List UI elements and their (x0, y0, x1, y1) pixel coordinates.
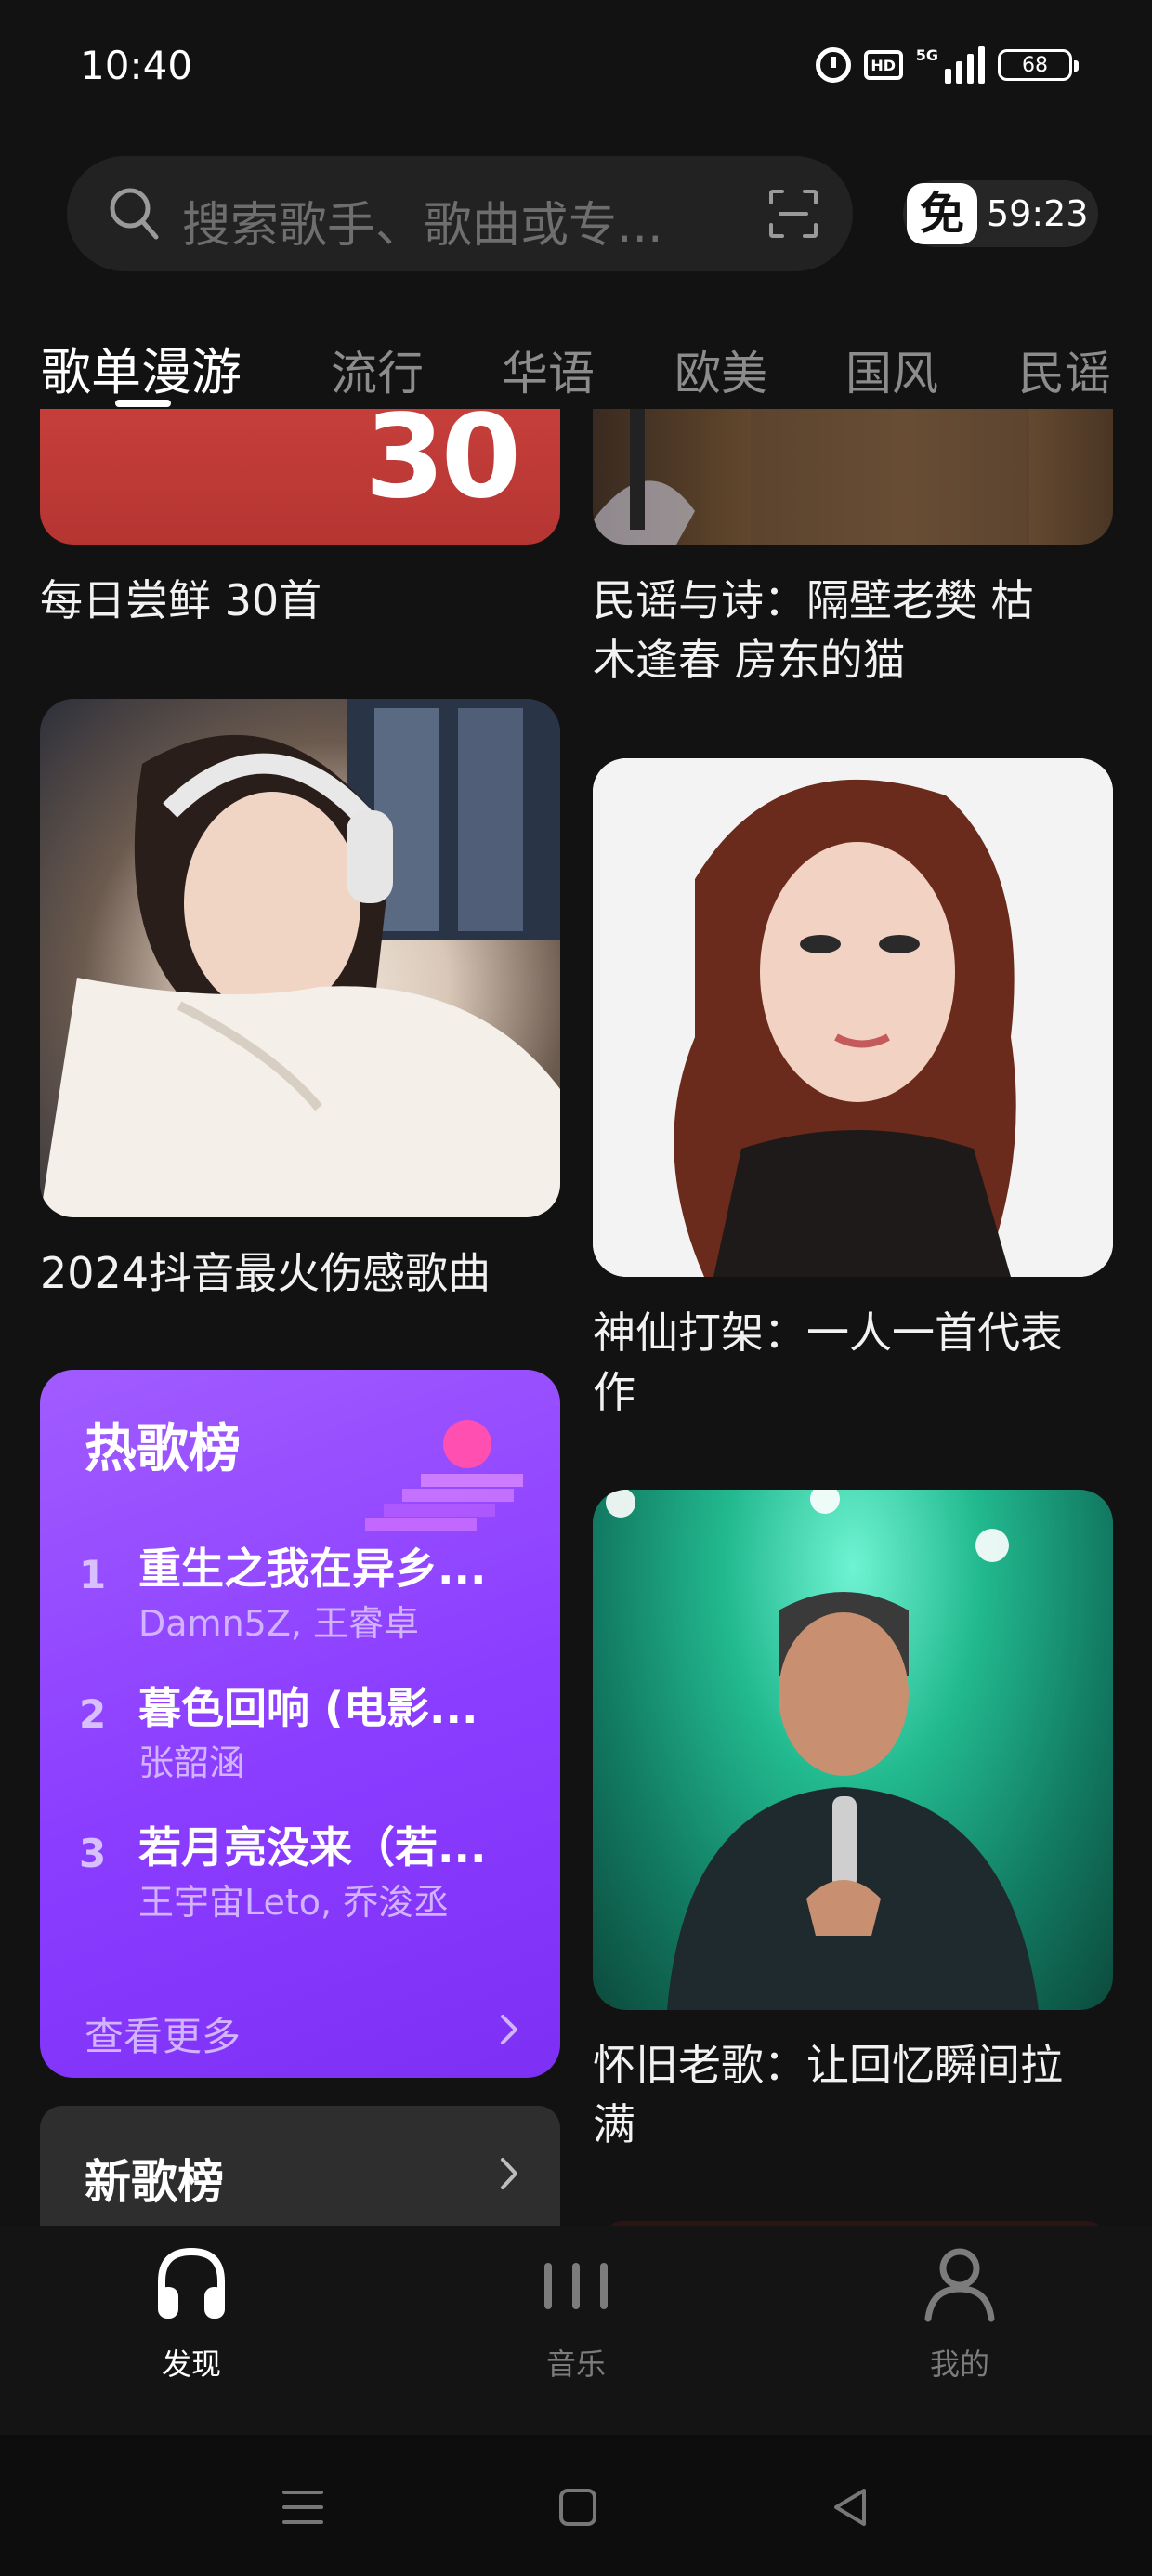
daily-new-cover[interactable]: 30 (40, 409, 560, 545)
status-icons: HD 5G 68 (815, 46, 1079, 84)
female-singer-image (593, 758, 1113, 1277)
headphones-girl-image (40, 699, 560, 1217)
nav-music-label: 音乐 (545, 2346, 606, 2382)
scan-icon[interactable] (767, 188, 819, 240)
tab-guofeng[interactable]: 国风 (845, 336, 938, 403)
nav-music[interactable]: 音乐 (465, 2244, 687, 2402)
classic-battle-title-line2[interactable]: 作 (593, 1362, 635, 1422)
free-timer-text: 59:23 (987, 193, 1089, 234)
menu-icon[interactable] (275, 2479, 331, 2535)
battery-level: 68 (1022, 53, 1048, 77)
status-bar: 10:40 HD 5G 68 (0, 0, 1152, 139)
old-songs-title-line2[interactable]: 满 (593, 2095, 635, 2154)
male-singer-image (606, 1490, 1039, 2010)
search-icon (110, 188, 159, 240)
status-time: 10:40 (80, 43, 193, 88)
old-songs-cover[interactable] (593, 1490, 1113, 2010)
folk-poetry-title-line1[interactable]: 民谣与诗：隔壁老樊 枯 (593, 571, 1034, 630)
tab-chinese[interactable]: 华语 (502, 336, 595, 403)
tab-western[interactable]: 欧美 (674, 336, 767, 403)
stairs-sun-icon (365, 1420, 523, 1531)
tab-folk[interactable]: 民谣 (1018, 336, 1111, 403)
network-type: 5G (915, 46, 938, 64)
system-nav-bar (0, 2435, 1152, 2576)
bottom-nav: 发现 音乐 我的 (0, 2226, 1152, 2435)
chevron-right-icon[interactable] (495, 2011, 523, 2048)
classic-battle-title-line1[interactable]: 神仙打架：一人一首代表 (593, 1303, 1063, 1362)
home-icon[interactable] (550, 2479, 606, 2535)
hot-artist-3: 王宇宙Leto, 乔浚丞 (138, 1882, 450, 1923)
alarm-icon (815, 47, 851, 83)
sad-songs-cover[interactable] (40, 699, 560, 1217)
free-listen-timer[interactable]: 免 59:23 (903, 180, 1098, 247)
old-songs-title-line1[interactable]: 怀旧老歌：让回忆瞬间拉 (593, 2035, 1063, 2095)
nav-mine[interactable]: 我的 (848, 2244, 1071, 2402)
classic-battle-cover[interactable] (593, 758, 1113, 1277)
hot-rank-3: 3 (79, 1831, 107, 1876)
sad-songs-title[interactable]: 2024抖音最火伤感歌曲 (40, 1243, 491, 1303)
hot-rank-1: 1 (79, 1552, 107, 1597)
back-icon[interactable] (823, 2479, 879, 2535)
hot-artist-2: 张韶涵 (138, 1742, 245, 1783)
nav-mine-label: 我的 (929, 2346, 989, 2382)
tab-playlist-roam[interactable]: 歌单漫游 (41, 331, 242, 404)
free-badge: 免 (907, 183, 977, 244)
new-chart-title: 新歌榜 (85, 2155, 224, 2209)
folk-poetry-title-line2[interactable]: 木逢春 房东的猫 (593, 630, 906, 690)
new-songs-chart-card[interactable]: 新歌榜 (40, 2106, 560, 2226)
signal-icon: 5G (916, 46, 985, 84)
tab-pop[interactable]: 流行 (331, 336, 424, 403)
battery-icon: 68 (998, 49, 1079, 81)
hot-artist-1: Damn5Z, 王睿卓 (138, 1603, 420, 1644)
hot-chart-card[interactable]: 热歌榜 1 重生之我在异乡... Damn5Z, 王睿卓 2 暮色回响 (电影.… (40, 1370, 560, 2078)
playlist-feed[interactable]: 30 每日尝鲜 30首 2024抖音最火伤感歌曲 热歌榜 1 重生之我在异乡..… (0, 409, 1152, 2226)
hot-chart-title: 热歌榜 (85, 1419, 241, 1479)
hot-rank-2: 2 (79, 1691, 107, 1737)
guitar-player-image (593, 409, 1029, 545)
search-placeholder: 搜索歌手、歌曲或专... (182, 198, 663, 254)
bars-icon (544, 2263, 608, 2309)
headphones-icon (158, 2247, 225, 2319)
nav-discover-label: 发现 (161, 2346, 221, 2382)
search-input[interactable]: 搜索歌手、歌曲或专... (67, 156, 853, 271)
hot-view-more[interactable]: 查看更多 (85, 2005, 241, 2062)
chevron-right-icon[interactable] (495, 2154, 523, 2193)
daily-new-title[interactable]: 每日尝鲜 30首 (40, 571, 321, 630)
folk-poetry-cover[interactable] (593, 409, 1113, 545)
category-tabs: 歌单漫游 流行 华语 欧美 国风 民谣 (0, 331, 1152, 409)
hot-song-2[interactable]: 暮色回响 (电影... (138, 1675, 529, 1736)
hd-badge: HD (863, 50, 903, 80)
nav-discover[interactable]: 发现 (80, 2244, 303, 2402)
person-icon (924, 2248, 995, 2322)
hot-song-1[interactable]: 重生之我在异乡... (138, 1535, 529, 1597)
tab-indicator (115, 400, 171, 407)
daily-cover-number: 30 (364, 409, 521, 524)
hot-song-3[interactable]: 若月亮没来（若... (138, 1814, 529, 1875)
